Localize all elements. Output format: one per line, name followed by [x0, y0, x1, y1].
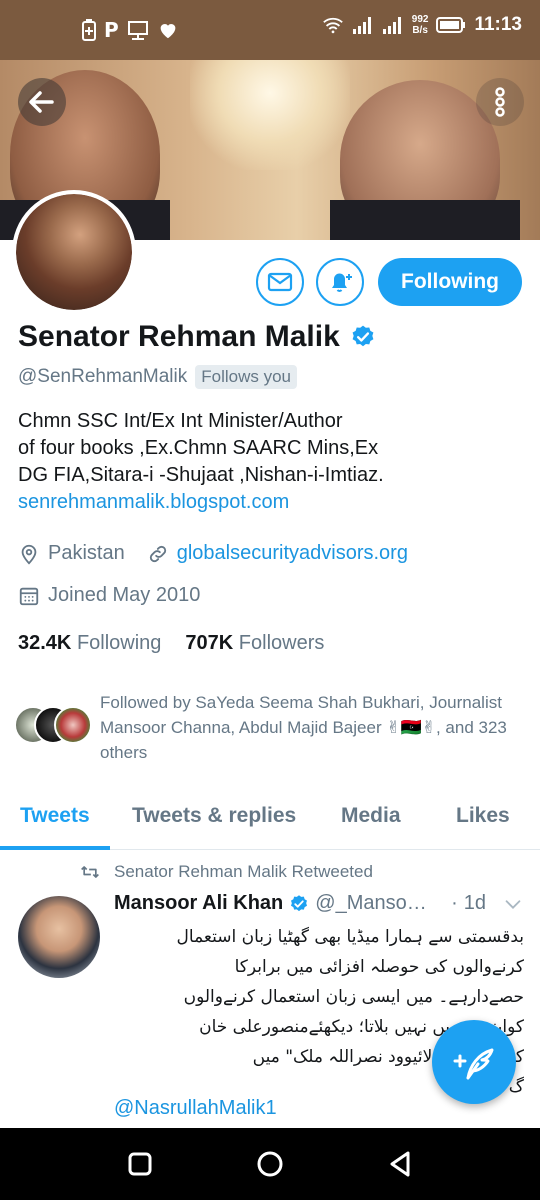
handle-row: @SenRehmanMalik Follows you: [18, 365, 298, 389]
more-vertical-icon: [495, 87, 505, 117]
mail-icon: [267, 272, 293, 292]
message-button[interactable]: [256, 258, 304, 306]
tweet-text-line: بدقسمتی سے ہمارا میڈیا بھی گھٹیا زبان اس…: [176, 927, 524, 947]
bell-plus-icon: [332, 273, 352, 292]
compose-tweet-button[interactable]: [432, 1020, 516, 1104]
link-icon: [149, 545, 166, 562]
location-website-row: Pakistan globalsecurityadvisors.org: [18, 542, 408, 565]
notifications-button[interactable]: [316, 258, 364, 306]
status-bar: P 992 B/s 11:13: [0, 0, 540, 60]
heart-icon: [160, 24, 176, 39]
profile-name-row: Senator Rehman Malik: [18, 320, 376, 354]
back-button[interactable]: [18, 78, 66, 126]
bio-line: DG FIA,Sitara-i -Shujaat ,Nishan-i-Imtia…: [18, 464, 384, 486]
tweet-author-handle: @_Manso…: [315, 892, 427, 914]
joined-row: Joined May 2010: [18, 584, 200, 607]
following-label: Following: [76, 632, 162, 654]
bio-line: Chmn SSC Int/Ex Int Minister/Author: [18, 410, 343, 432]
signal-icon: [352, 17, 371, 34]
back-triangle-icon[interactable]: [382, 1146, 418, 1182]
retweet-icon: [81, 866, 99, 878]
battery-icon: [436, 17, 466, 33]
tweet-time-separator: ·: [451, 892, 458, 914]
website-link[interactable]: globalsecurityadvisors.org: [177, 542, 408, 565]
arrow-left-icon: [29, 91, 54, 113]
clock: 11:13: [474, 14, 522, 35]
tweet-mention-link[interactable]: @NasrullahMalik1: [114, 1097, 277, 1120]
more-options-button[interactable]: [476, 78, 524, 126]
tab-tweets[interactable]: Tweets: [20, 804, 90, 828]
follow-stats: 32.4K Following 707K Followers: [18, 632, 324, 655]
recent-apps-icon[interactable]: [122, 1146, 158, 1182]
tweet-text-line: کرنےوالوں کی حوصلہ افزائی میں برابرکا: [234, 957, 524, 977]
profile-name: Senator Rehman Malik: [18, 320, 340, 353]
followers-stat[interactable]: 707K Followers: [185, 632, 324, 655]
bio-line: of four books ,Ex.Chmn SAARC Mins,Ex: [18, 437, 379, 459]
calendar-icon: [19, 587, 39, 605]
header-suit-right: [330, 200, 520, 240]
followers-label: Followers: [238, 632, 325, 654]
following-count: 32.4K: [18, 632, 72, 654]
profile-handle: @SenRehmanMalik: [18, 366, 188, 387]
tweet-author-avatar[interactable]: [18, 896, 100, 978]
compose-feather-icon: [453, 1048, 494, 1080]
status-left-icons: P: [82, 18, 179, 42]
follower-avatar: [54, 706, 92, 744]
followers-count: 707K: [185, 632, 234, 654]
location-pin-icon: [21, 544, 37, 564]
tweet-time: 1d: [463, 892, 486, 914]
location-text: Pakistan: [48, 542, 125, 564]
avatar-photo: [16, 194, 132, 310]
tv-icon: [127, 21, 148, 40]
network-speed: 992 B/s: [411, 14, 429, 36]
tab-likes[interactable]: Likes: [456, 804, 510, 828]
signal-icon: [382, 17, 401, 34]
retweet-label: Senator Rehman Malik Retweeted: [114, 862, 373, 881]
followed-by-text[interactable]: Followed by SaYeda Seema Shah Bukhari, J…: [100, 690, 520, 765]
home-icon[interactable]: [252, 1146, 288, 1182]
verified-badge-icon: [352, 325, 374, 347]
joined-text: Joined May 2010: [48, 584, 201, 606]
retweet-context: Senator Rehman Malik Retweeted: [80, 862, 373, 882]
profile-tabs: Tweets Tweets & replies Media Likes: [0, 790, 540, 850]
followed-by-avatars[interactable]: [14, 706, 94, 746]
battery-plus-icon: [82, 19, 96, 41]
following-button[interactable]: Following: [378, 258, 522, 306]
follows-you-badge: Follows you: [195, 365, 298, 389]
profile-avatar[interactable]: [12, 190, 136, 314]
active-tab-indicator: [0, 846, 110, 850]
tab-media[interactable]: Media: [341, 804, 401, 828]
system-navigation-bar: [0, 1128, 540, 1200]
profile-bio: Chmn SSC Int/Ex Int Minister/Author of f…: [18, 408, 518, 516]
following-stat[interactable]: 32.4K Following: [18, 632, 161, 655]
tweet-author-name[interactable]: Mansoor Ali Khan: [114, 892, 283, 915]
header-chandelier: [190, 60, 350, 170]
chevron-down-icon[interactable]: [502, 893, 524, 915]
wifi-icon: [322, 17, 343, 34]
tweet-header: Mansoor Ali Khan @_Manso… · 1d: [114, 892, 524, 915]
tab-tweets-and-replies[interactable]: Tweets & replies: [132, 804, 296, 828]
bio-link[interactable]: senrehmanmalik.blogspot.com: [18, 489, 518, 516]
p-icon: P: [104, 18, 119, 42]
tweet-text-line: حصےدارہے۔ میں ایسی زبان استعمال کرنےوالو…: [183, 987, 524, 1007]
verified-badge-icon: [291, 894, 308, 911]
status-right-icons: 992 B/s 11:13: [322, 14, 522, 36]
